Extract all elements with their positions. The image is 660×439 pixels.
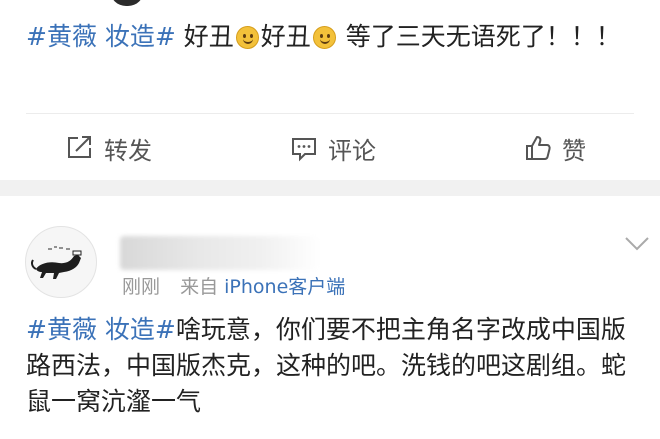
- topic-tag[interactable]: #黄薇 妆造#: [26, 22, 176, 51]
- post-card: 刚刚 来自 iPhone客户端 #黄薇 妆造#啥玩意，你们要不把主角名字改成中国…: [0, 196, 660, 439]
- action-bar: 转发 评论 赞: [0, 122, 660, 174]
- topic-tag[interactable]: #黄薇 妆造#: [26, 315, 176, 344]
- post-time: 刚刚: [122, 276, 161, 298]
- thumbs-up-icon: [526, 136, 551, 160]
- source-link[interactable]: iPhone客户端: [224, 276, 345, 298]
- comment-button[interactable]: 评论: [290, 122, 376, 174]
- repost-button[interactable]: 转发: [66, 122, 152, 174]
- avatar[interactable]: [25, 226, 97, 298]
- post-text: #黄薇 妆造#啥玩意，你们要不把主角名字改成中国版路西法，中国版杰克，这种的吧。…: [26, 312, 646, 420]
- like-label: 赞: [562, 136, 586, 165]
- smile-emoji-icon: [312, 26, 336, 49]
- divider: [26, 113, 634, 114]
- repost-label: 转发: [104, 136, 152, 165]
- post-meta: 刚刚 来自 iPhone客户端: [122, 272, 345, 299]
- smile-emoji-icon: [235, 26, 259, 49]
- chevron-down-icon[interactable]: [624, 236, 650, 252]
- comment-label: 评论: [328, 136, 376, 165]
- post-text-part: 等了三天无语死了！！！: [337, 22, 621, 51]
- post-text-part: 好丑: [260, 22, 311, 51]
- source-prefix: 来自: [180, 276, 219, 298]
- repost-icon: [68, 136, 91, 158]
- post-card-top: #黄薇 妆造# 好丑 好丑 等了三天无语死了！！！ 转发 评论 赞: [0, 0, 660, 180]
- comment-icon: [292, 138, 316, 162]
- username-blurred: [120, 236, 320, 270]
- avatar-partial[interactable]: [110, 0, 144, 6]
- post-text: #黄薇 妆造# 好丑 好丑 等了三天无语死了！！！: [26, 19, 646, 55]
- like-button[interactable]: 赞: [524, 122, 586, 174]
- cat-avatar-icon: [31, 246, 82, 279]
- feed-separator: [0, 180, 660, 196]
- post-text-part: 好丑: [175, 22, 234, 51]
